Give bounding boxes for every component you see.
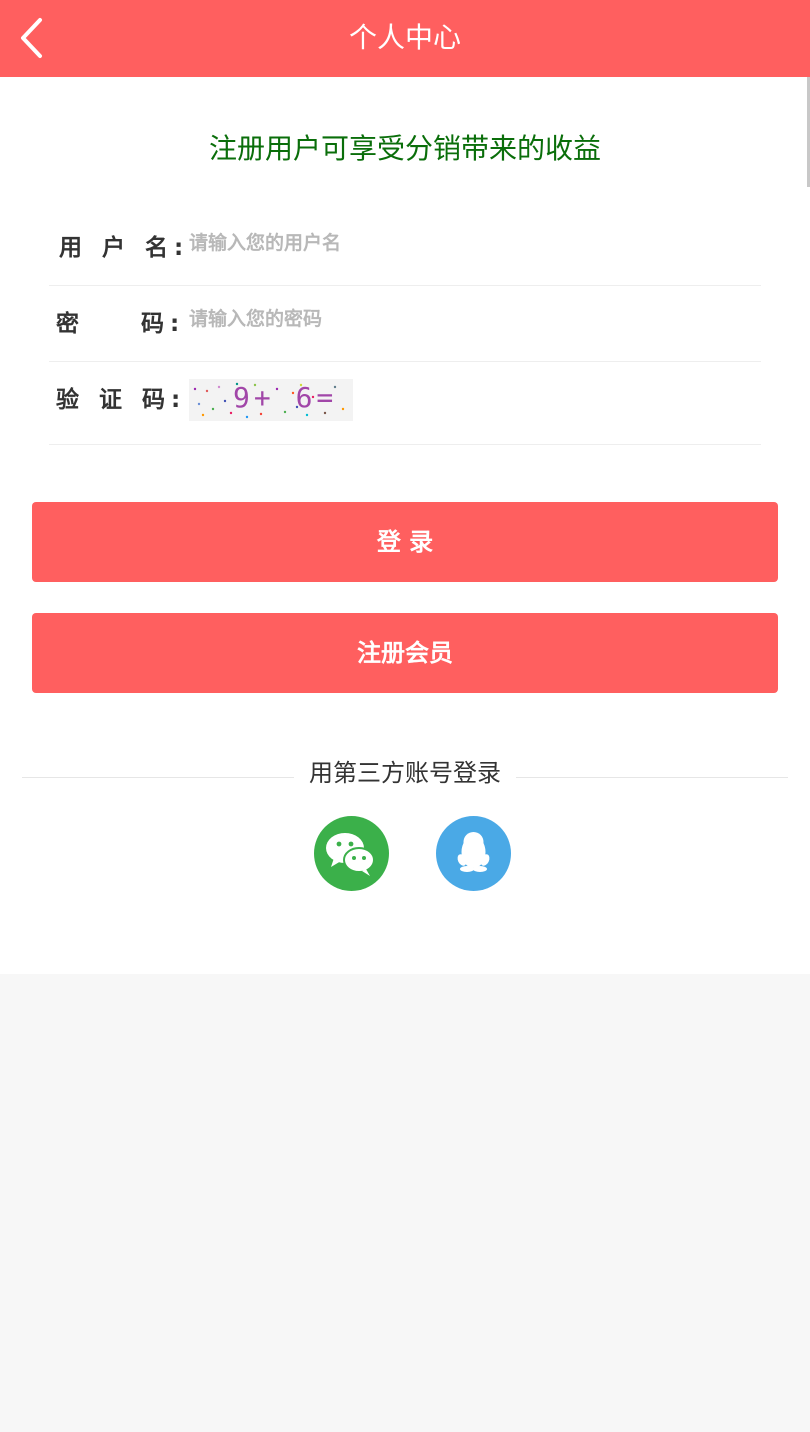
password-label: 密 码:	[56, 311, 186, 337]
password-row: 密 码:	[49, 286, 761, 362]
third-party-label-text: 用第三方账号登录	[299, 759, 511, 787]
login-panel: 注册用户可享受分销带来的收益 用 户 名: 密 码: 验 证 码:	[0, 77, 810, 974]
username-label: 用 户 名:	[59, 235, 190, 261]
wechat-icon	[326, 833, 375, 876]
register-button[interactable]: 注册会员	[32, 613, 778, 693]
username-input[interactable]	[189, 228, 749, 258]
captcha-row: 验 证 码: 9+ 6=	[49, 362, 761, 445]
third-party-label: 用第三方账号登录	[0, 757, 810, 789]
captcha-image[interactable]: 9+ 6=	[189, 379, 353, 421]
password-input[interactable]	[189, 304, 749, 334]
page-title: 个人中心	[348, 21, 461, 54]
login-button[interactable]: 登 录	[32, 502, 778, 582]
promo-text: 注册用户可享受分销带来的收益	[208, 132, 601, 165]
username-row: 用 户 名:	[49, 208, 761, 286]
captcha-input[interactable]	[360, 379, 429, 422]
qq-login-button[interactable]	[436, 816, 511, 891]
captcha-text: 9+ 6=	[233, 381, 338, 414]
captcha-label: 验 证 码:	[56, 387, 187, 413]
top-bar: 个人中心	[0, 0, 810, 77]
wechat-login-button[interactable]	[314, 816, 389, 891]
qq-icon	[457, 832, 490, 872]
